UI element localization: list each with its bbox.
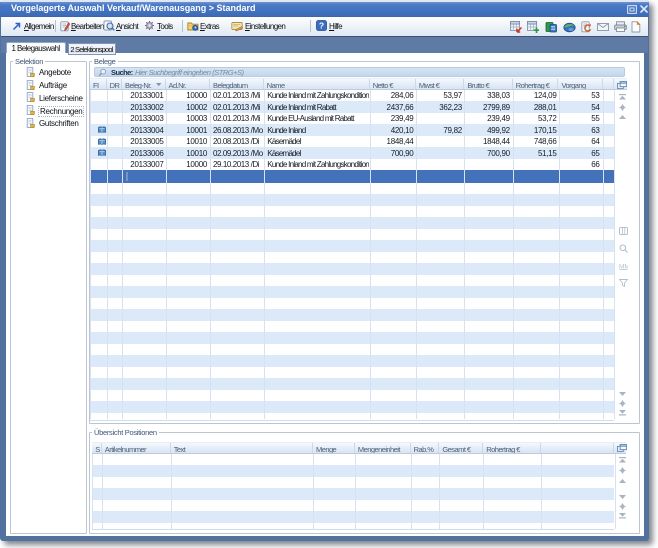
- svg-text:MM: MM: [619, 264, 628, 271]
- svg-text:?: ?: [319, 20, 324, 30]
